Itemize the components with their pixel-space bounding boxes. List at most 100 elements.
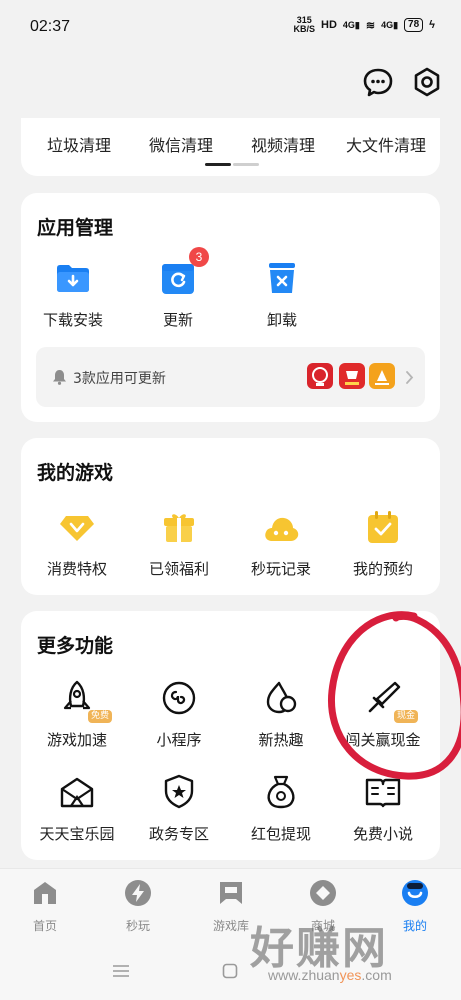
update-icon: 3 <box>159 247 209 297</box>
gov-affairs-label: 政务专区 <box>148 825 209 843</box>
app-thumbnail-1 <box>307 363 333 389</box>
download-install-item[interactable]: 下载安装 <box>23 259 123 330</box>
my-games-title: 我的游戏 <box>37 462 114 484</box>
game-accelerate-item[interactable]: 免费 游戏加速 <box>27 679 127 750</box>
consumer-privilege-item[interactable]: 消费特权 <box>27 508 127 579</box>
update-label: 更新 <box>162 311 193 329</box>
claimed-benefits-item[interactable]: 已领福利 <box>129 508 229 579</box>
hd-indicator: HD <box>321 19 337 31</box>
my-reservations-label: 我的预约 <box>352 560 413 578</box>
app-manage-title: 应用管理 <box>37 217 114 239</box>
shield-star-icon <box>160 773 198 811</box>
tab-wechat-clean[interactable]: 微信清理 <box>149 132 213 156</box>
diamond-icon <box>58 508 96 546</box>
game-library-icon <box>220 882 242 904</box>
bottom-nav: 首页 秒玩 游戏库 商城 我的 <box>0 868 461 942</box>
app-thumbnail-2 <box>339 363 365 389</box>
network-speed: 315 KB/S <box>293 16 315 34</box>
instant-play-record-item[interactable]: 秒玩记录 <box>231 508 331 579</box>
update-count-badge: 3 <box>189 247 209 267</box>
tab-video-clean[interactable]: 视频清理 <box>251 132 315 156</box>
consumer-privilege-label: 消费特权 <box>46 560 107 578</box>
treasure-park-label: 天天宝乐园 <box>39 825 115 843</box>
bell-icon <box>53 370 66 385</box>
wifi-icon: ≋ <box>365 19 376 32</box>
home-square-icon[interactable] <box>222 963 238 979</box>
trending-fun-label: 新热趣 <box>258 731 304 749</box>
mini-program-item[interactable]: 小程序 <box>129 679 229 750</box>
my-games-card: 我的游戏 消费特权 已领福利 秒玩记录 我的预约 <box>21 438 440 595</box>
calendar-check-icon <box>364 508 402 546</box>
clean-card: 垃圾清理 微信清理 视频清理 大文件清理 <box>21 118 440 176</box>
nav-store[interactable]: 商城 <box>288 879 358 934</box>
game-accelerate-label: 游戏加速 <box>46 731 107 749</box>
more-features-title: 更多功能 <box>37 635 114 657</box>
free-tag: 免费 <box>87 710 112 723</box>
uninstall-item[interactable]: 卸载 <box>232 259 332 330</box>
signal-icon: 4G▮ <box>342 19 360 30</box>
claimed-benefits-label: 已领福利 <box>148 560 209 578</box>
uninstall-label: 卸载 <box>266 311 297 329</box>
rocket-icon: 免费 <box>58 679 112 723</box>
chevron-right-icon <box>406 371 414 384</box>
treasure-tent-icon <box>58 773 96 811</box>
nav-mine-label: 我的 <box>402 919 427 933</box>
message-icon[interactable] <box>362 66 394 98</box>
nav-store-label: 商城 <box>310 919 335 933</box>
page-indicator <box>205 163 259 166</box>
page-indicator-inactive <box>233 163 259 166</box>
menu-icon[interactable] <box>112 964 130 978</box>
download-install-label: 下载安装 <box>42 311 103 329</box>
nav-game-library-label: 游戏库 <box>212 919 249 933</box>
red-packet-withdraw-item[interactable]: 红包提现 <box>231 773 331 844</box>
money-bag-icon <box>262 773 300 811</box>
level-win-cash-label: 闯关赢现金 <box>345 731 421 749</box>
update-item[interactable]: 3 更新 <box>128 247 228 330</box>
network-speed-unit: KB/S <box>293 24 315 34</box>
treasure-park-item[interactable]: 天天宝乐园 <box>27 773 127 844</box>
updatable-apps-bar[interactable]: 3款应用可更新 <box>36 347 425 407</box>
status-indicators: 315 KB/S HD 4G▮ ≋ 4G▮ 78 ϟ <box>293 16 435 34</box>
cash-tag: 现金 <box>393 710 418 723</box>
app-thumbnail-3 <box>369 363 395 389</box>
nav-instant-play[interactable]: 秒玩 <box>103 879 173 934</box>
store-icon <box>310 880 336 906</box>
mini-program-icon <box>160 679 198 717</box>
download-folder-icon <box>54 259 92 297</box>
top-header <box>0 56 461 118</box>
cloud-game-icon <box>262 508 300 546</box>
trending-fun-item[interactable]: 新热趣 <box>231 679 331 750</box>
tab-junk-clean[interactable]: 垃圾清理 <box>47 132 111 156</box>
book-icon <box>364 773 402 811</box>
home-icon <box>34 882 56 904</box>
nav-home[interactable]: 首页 <box>10 879 80 934</box>
sword-icon: 现金 <box>364 679 418 723</box>
system-nav-bar <box>0 942 461 1000</box>
nav-home-label: 首页 <box>32 919 57 933</box>
nav-instant-play-label: 秒玩 <box>125 919 150 933</box>
updatable-apps-text: 3款应用可更新 <box>73 371 166 387</box>
app-manage-card: 应用管理 下载安装 3 更新 卸载 3款应用可更新 <box>21 193 440 422</box>
page-indicator-active <box>205 163 231 166</box>
status-bar: 02:37 315 KB/S HD 4G▮ ≋ 4G▮ 78 ϟ <box>0 0 461 56</box>
settings-icon[interactable] <box>411 66 443 98</box>
lightning-icon <box>125 880 151 906</box>
uninstall-icon <box>263 259 301 297</box>
mini-program-label: 小程序 <box>156 731 202 749</box>
status-time: 02:37 <box>30 18 71 35</box>
profile-icon <box>402 880 428 906</box>
battery-icon: 78 <box>404 18 424 32</box>
red-packet-withdraw-label: 红包提现 <box>250 825 311 843</box>
tab-large-file-clean[interactable]: 大文件清理 <box>346 132 426 156</box>
my-reservations-item[interactable]: 我的预约 <box>333 508 433 579</box>
level-win-cash-item[interactable]: 现金 闯关赢现金 <box>333 679 433 750</box>
charging-icon: ϟ <box>429 19 435 31</box>
nav-mine[interactable]: 我的 <box>380 879 450 934</box>
nav-game-library[interactable]: 游戏库 <box>196 879 266 934</box>
flame-icon <box>262 679 300 717</box>
gift-icon <box>160 508 198 546</box>
gov-affairs-item[interactable]: 政务专区 <box>129 773 229 844</box>
free-novel-item[interactable]: 免费小说 <box>333 773 433 844</box>
more-features-card: 更多功能 免费 游戏加速 小程序 新热趣 现金 闯关赢现金 天天宝乐园 政务专区… <box>21 611 440 860</box>
signal-icon-2: 4G▮ <box>381 19 399 30</box>
